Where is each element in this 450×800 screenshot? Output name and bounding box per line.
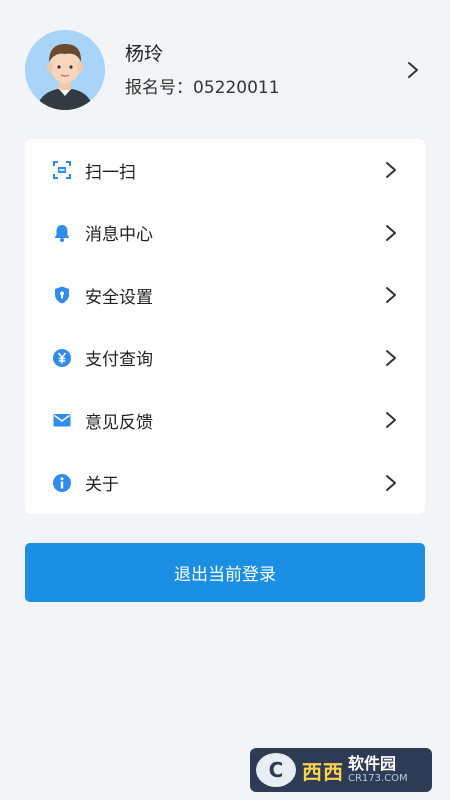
chevron-right-icon xyxy=(386,412,396,428)
watermark-brand-text: 软件园 xyxy=(348,754,397,773)
menu-item-payment[interactable]: 支付查询 xyxy=(25,327,425,390)
menu-item-security[interactable]: 安全设置 xyxy=(25,264,425,327)
bell-icon xyxy=(52,223,72,243)
avatar xyxy=(25,30,105,110)
watermark-c-icon: C xyxy=(256,753,296,787)
menu-item-feedback[interactable]: 意见反馈 xyxy=(25,389,425,452)
menu-label: 消息中心 xyxy=(85,225,153,246)
shield-icon xyxy=(52,285,72,305)
profile-header[interactable]: 杨玲 报名号：05220011 xyxy=(0,0,450,140)
menu-label: 安全设置 xyxy=(85,287,153,308)
yuan-icon xyxy=(52,348,72,368)
watermark-brand: 软件园 CR173.COM xyxy=(348,755,408,785)
menu-item-scan[interactable]: 扫一扫 xyxy=(25,139,425,202)
scan-icon xyxy=(52,160,72,180)
menu-label: 扫一扫 xyxy=(85,162,136,183)
chevron-right-icon xyxy=(386,287,396,303)
menu-item-messages[interactable]: 消息中心 xyxy=(25,202,425,265)
chevron-right-icon xyxy=(386,224,396,241)
profile-page: 杨玲 报名号：05220011 扫一扫 消息中心 安全设置 支付查询 意见反馈 … xyxy=(0,0,450,800)
profile-info: 杨玲 报名号：05220011 xyxy=(125,41,280,99)
chevron-right-icon xyxy=(386,349,396,366)
menu-item-about[interactable]: 关于 xyxy=(25,452,425,515)
watermark-logo: C 西西 软件园 CR173.COM xyxy=(250,748,432,792)
menu-card: 扫一扫 消息中心 安全设置 支付查询 意见反馈 关于 xyxy=(25,139,425,514)
menu-label: 意见反馈 xyxy=(85,412,153,433)
logout-button[interactable]: 退出当前登录 xyxy=(25,543,425,602)
menu-label: 支付查询 xyxy=(85,350,153,371)
mail-icon xyxy=(52,410,72,430)
watermark-url: CR173.COM xyxy=(348,773,408,784)
profile-name: 杨玲 xyxy=(125,43,164,65)
chevron-right-icon xyxy=(386,474,396,491)
registration-number: 报名号：05220011 xyxy=(125,78,280,98)
chevron-right-icon xyxy=(408,62,418,78)
watermark-title: 西西 xyxy=(302,759,344,784)
chevron-right-icon xyxy=(386,162,396,178)
info-icon xyxy=(52,473,72,493)
menu-label: 关于 xyxy=(85,475,119,496)
